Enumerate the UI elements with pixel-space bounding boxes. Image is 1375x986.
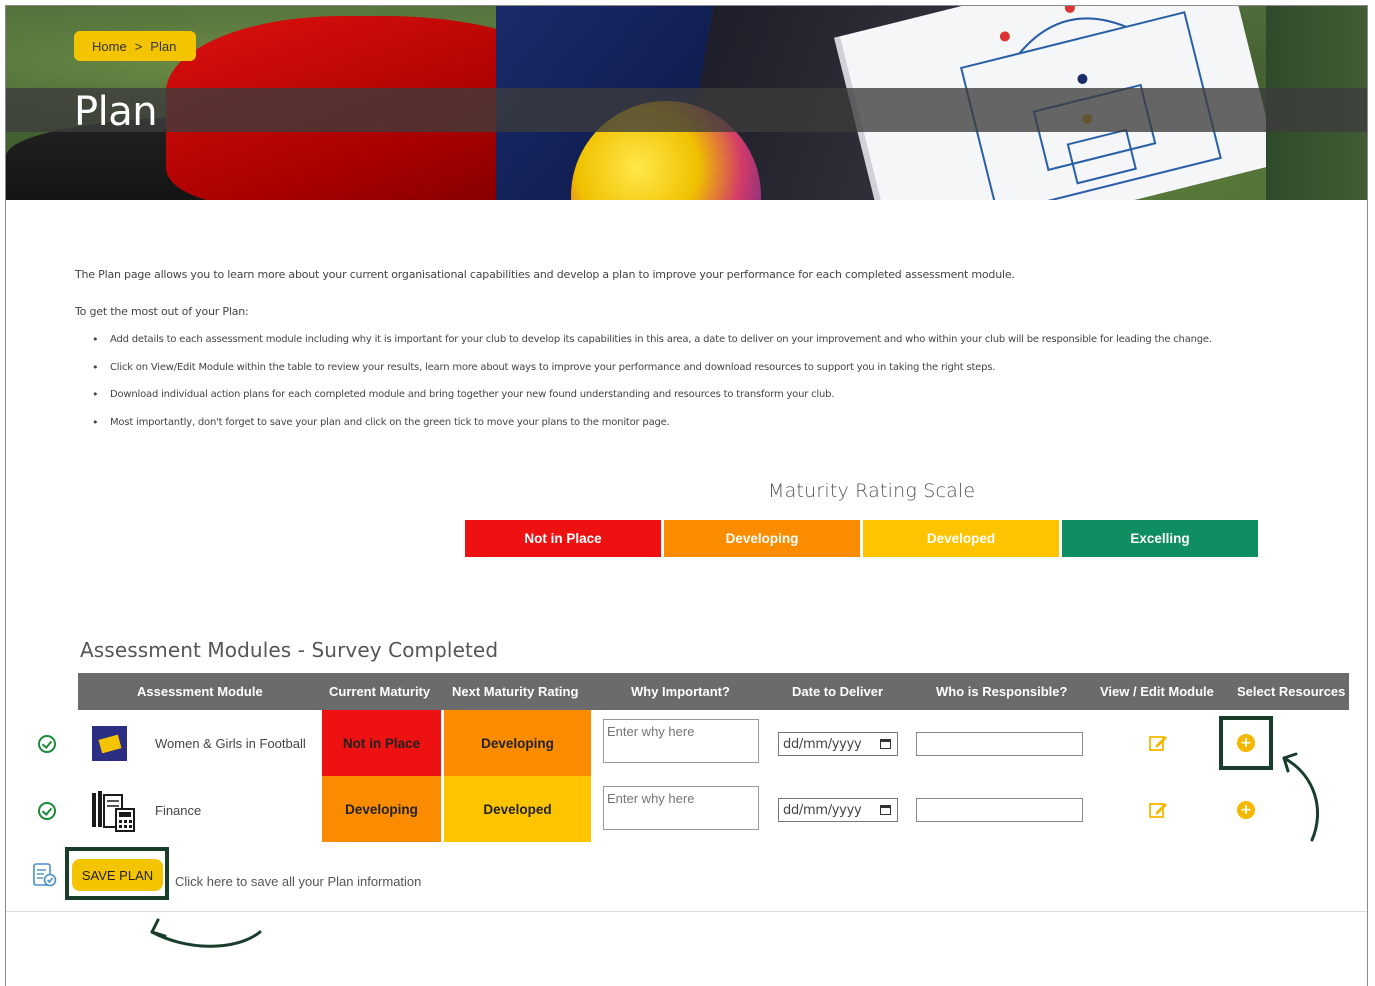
curved-arrow-icon	[150, 918, 262, 948]
col-select-resources: Select Resources	[1237, 684, 1346, 699]
date-to-deliver-input[interactable]: dd/mm/yyyy	[778, 798, 898, 822]
next-maturity: Developing	[444, 710, 591, 776]
col-who-responsible: Who is Responsible?	[936, 684, 1068, 699]
date-to-deliver-input[interactable]: dd/mm/yyyy	[778, 732, 898, 756]
save-plan-button[interactable]: SAVE PLAN	[72, 859, 163, 891]
module-name: Women & Girls in Football	[155, 736, 306, 751]
scale-developing: Developing	[664, 520, 860, 557]
intro-bullet: Download individual action plans for eac…	[92, 388, 1335, 401]
intro-bullet: Click on View/Edit Module within the tab…	[92, 361, 1335, 374]
why-important-input[interactable]	[603, 719, 759, 763]
scale-not-in-place: Not in Place	[465, 520, 661, 557]
finance-icon	[92, 791, 135, 832]
calendar-icon[interactable]	[880, 739, 891, 749]
table-row: Women & Girls in Football Not in Place D…	[30, 710, 1360, 776]
maturity-scale-title: Maturity Rating Scale	[768, 480, 976, 502]
plus-circle-icon[interactable]: +	[1237, 801, 1255, 819]
intro-bullet: Most importantly, don't forget to save y…	[92, 416, 1335, 429]
current-maturity: Not in Place	[322, 710, 441, 776]
who-responsible-input[interactable]	[916, 732, 1083, 756]
next-maturity: Developed	[444, 776, 591, 842]
modules-title: Assessment Modules - Survey Completed	[80, 638, 499, 662]
save-hint: Click here to save all your Plan informa…	[175, 874, 422, 889]
intro-bullet-list: Add details to each assessment module in…	[75, 333, 1335, 429]
col-current-maturity: Current Maturity	[329, 684, 431, 699]
scale-excelling: Excelling	[1062, 520, 1258, 557]
col-date-to-deliver: Date to Deliver	[792, 684, 884, 699]
table-header: Assessment Module Current Maturity Next …	[78, 673, 1349, 710]
breadcrumb-home[interactable]: Home	[92, 39, 127, 54]
col-next-maturity: Next Maturity Rating	[452, 684, 579, 699]
our-game-logo	[92, 726, 127, 761]
curved-arrow-icon	[1282, 752, 1320, 842]
intro-bullet: Add details to each assessment module in…	[92, 333, 1335, 346]
intro-paragraph: The Plan page allows you to learn more a…	[75, 268, 1015, 281]
who-responsible-input[interactable]	[916, 798, 1083, 822]
breadcrumb-current: Plan	[150, 38, 177, 54]
date-placeholder: dd/mm/yyyy	[783, 736, 862, 752]
check-circle-icon[interactable]	[38, 802, 56, 820]
page-title: Plan	[74, 89, 158, 135]
why-important-input[interactable]	[603, 786, 759, 830]
calendar-icon[interactable]	[880, 805, 891, 815]
breadcrumb-separator: >	[134, 38, 143, 54]
intro-lead: To get the most out of your Plan:	[75, 305, 249, 318]
col-assessment-module: Assessment Module	[137, 684, 263, 699]
module-name: Finance	[155, 803, 202, 818]
edit-icon[interactable]	[1149, 734, 1169, 752]
intro-text: The Plan page allows you to learn more a…	[75, 268, 1335, 444]
title-band	[6, 88, 1367, 132]
maturity-scale: Not in Place Developing Developed Excell…	[465, 520, 1258, 557]
document-check-icon	[33, 863, 57, 887]
current-maturity: Developing	[322, 776, 441, 842]
col-why-important: Why Important?	[631, 684, 730, 699]
breadcrumb: Home > Plan	[74, 31, 196, 61]
scale-developed: Developed	[863, 520, 1059, 557]
check-circle-icon[interactable]	[38, 735, 56, 753]
resources-highlight-box	[1219, 716, 1273, 770]
table-row: Finance Developing Developed dd/mm/yyyy …	[30, 776, 1360, 842]
edit-icon[interactable]	[1149, 801, 1169, 819]
date-placeholder: dd/mm/yyyy	[783, 802, 862, 818]
col-view-edit: View / Edit Module	[1100, 684, 1214, 699]
